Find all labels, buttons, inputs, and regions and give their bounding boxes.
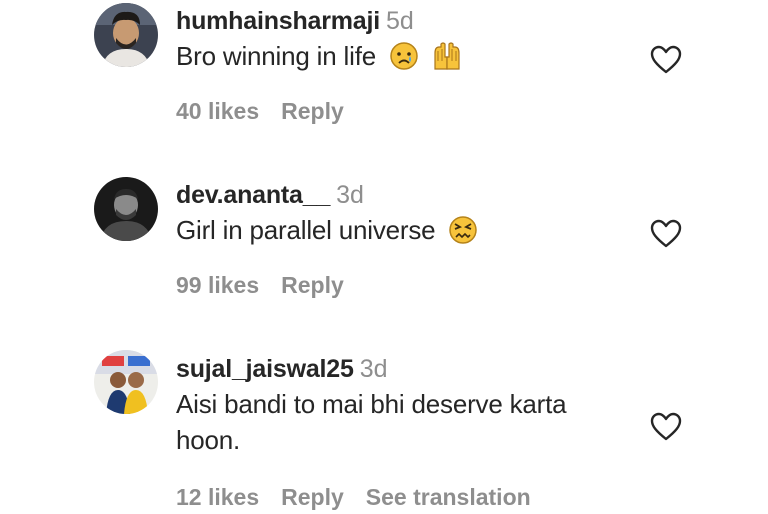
- comment-text: Bro winning in life: [176, 38, 636, 80]
- comment-text: Aisi bandi to mai bhi deserve karta hoon…: [176, 386, 636, 458]
- comment-text: Girl in parallel universe: [176, 212, 636, 254]
- sad-tear-emoji: [389, 41, 419, 80]
- raising-hands-emoji: [432, 41, 462, 80]
- likes-count[interactable]: 12 likes: [176, 484, 259, 510]
- comment-header: sujal_jaiswal25 3d: [176, 354, 636, 384]
- reply-button[interactable]: Reply: [281, 98, 344, 124]
- comments-list: humhainsharmaji 5d Bro winning in life 4…: [0, 0, 768, 514]
- timestamp[interactable]: 3d: [336, 181, 364, 209]
- comment-actions: 99 likes Reply: [176, 272, 366, 299]
- heart-outline-icon[interactable]: [650, 412, 682, 442]
- comment-header: humhainsharmaji 5d: [176, 6, 636, 36]
- comment-actions: 12 likes Reply See translation: [176, 484, 553, 511]
- avatar[interactable]: [94, 350, 158, 414]
- comment-actions: 40 likes Reply: [176, 98, 366, 125]
- comment-text-content: Girl in parallel universe: [176, 215, 436, 245]
- avatar[interactable]: [94, 3, 158, 67]
- likes-count[interactable]: 99 likes: [176, 272, 259, 298]
- timestamp[interactable]: 3d: [360, 355, 388, 383]
- reply-button[interactable]: Reply: [281, 484, 344, 510]
- comment-text-line: hoon.: [176, 425, 241, 455]
- comment-text-content: Bro winning in life: [176, 41, 376, 71]
- username[interactable]: sujal_jaiswal25: [176, 355, 354, 383]
- confounded-face-emoji: [448, 215, 478, 254]
- see-translation-button[interactable]: See translation: [366, 484, 531, 510]
- heart-outline-icon[interactable]: [650, 45, 682, 75]
- likes-count[interactable]: 40 likes: [176, 98, 259, 124]
- comment-header: dev.ananta__ 3d: [176, 180, 636, 210]
- avatar[interactable]: [94, 177, 158, 241]
- comment-text-line: Aisi bandi to mai bhi deserve karta: [176, 389, 567, 419]
- username[interactable]: humhainsharmaji: [176, 7, 380, 35]
- heart-outline-icon[interactable]: [650, 219, 682, 249]
- timestamp[interactable]: 5d: [386, 7, 414, 35]
- reply-button[interactable]: Reply: [281, 272, 344, 298]
- username[interactable]: dev.ananta__: [176, 181, 330, 209]
